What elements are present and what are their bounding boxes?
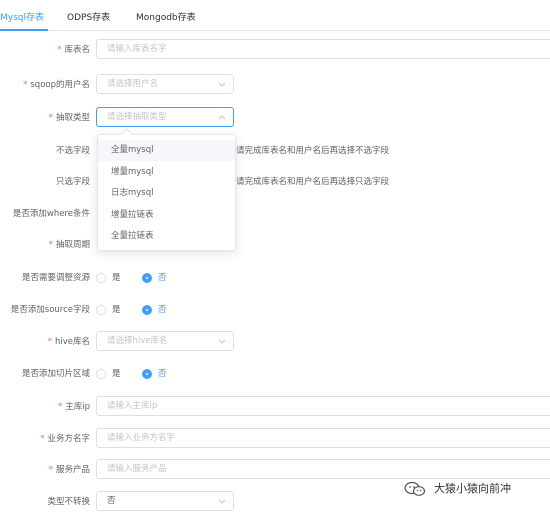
exclude-fields-hint: 请完成库表名和用户名后再选择不选字段	[236, 146, 390, 156]
type-no-convert-select[interactable]: 否	[96, 491, 234, 511]
wechat-icon	[404, 481, 426, 496]
extract-type-dropdown: 全量mysql 增量mysql 日志mysql 增量拉链表 全量拉链表	[97, 128, 236, 251]
chevron-down-icon	[218, 339, 226, 344]
row-table-name: * 库表名 请输入库表名字	[0, 38, 550, 62]
sqoop-user-select[interactable]: 请选择用户名	[96, 74, 234, 94]
only-fields-hint: 请完成库表名和用户名后再选择只选字段	[236, 177, 390, 187]
dropdown-option[interactable]: 全量拉链表	[98, 226, 235, 247]
business-name-input[interactable]: 请输入业务方名字	[96, 428, 550, 448]
radio-yes[interactable]	[96, 305, 106, 315]
chevron-down-icon	[218, 82, 226, 87]
dropdown-option[interactable]: 增量mysql	[98, 162, 235, 183]
radio-no[interactable]	[142, 305, 152, 315]
hive-db-label: * hive库名	[47, 337, 90, 347]
table-name-label: * 库表名	[57, 45, 90, 55]
hive-db-select[interactable]: 请选择hive库名	[96, 331, 234, 351]
watermark-text: 大猿小猿向前冲	[434, 482, 511, 495]
adjust-resource-label: 是否需要调整资源	[21, 273, 90, 283]
row-add-source-field: 是否添加source字段 是 否	[0, 298, 550, 322]
row-extract-period: * 抽取周期	[0, 233, 550, 257]
tab-mysql[interactable]: Mysql存表	[0, 10, 44, 23]
row-exclude-fields: 不选字段 请完成库表名和用户名后再选择不选字段	[0, 139, 550, 163]
exclude-fields-label: 不选字段	[55, 146, 90, 156]
extract-type-label: * 抽取类型	[48, 113, 90, 123]
radio-no[interactable]	[142, 369, 152, 379]
row-add-partition: 是否添加切片区域 是 否	[0, 362, 550, 386]
service-product-label: * 服务产品	[48, 465, 90, 475]
table-name-input[interactable]: 请输入库表名字	[96, 39, 550, 59]
extract-period-label: * 抽取周期	[48, 240, 90, 250]
radio-no[interactable]	[142, 273, 152, 283]
dropdown-option[interactable]: 日志mysql	[98, 183, 235, 204]
dropdown-option[interactable]: 全量mysql	[98, 140, 235, 161]
tab-odps[interactable]: ODPS存表	[67, 10, 110, 23]
business-name-label: * 业务方名字	[40, 434, 90, 444]
tab-mongodb[interactable]: Mongodb存表	[136, 10, 196, 23]
row-add-where: 是否添加where条件	[0, 202, 550, 226]
service-product-input[interactable]: 请输入服务产品	[96, 459, 550, 479]
row-adjust-resource: 是否需要调整资源 是 否	[0, 266, 550, 290]
row-hive-db: * hive库名 请选择hive库名	[0, 330, 550, 354]
chevron-up-icon	[218, 115, 226, 120]
chevron-down-icon	[218, 499, 226, 504]
row-sqoop-user: * sqoop的用户名 请选择用户名	[0, 73, 550, 97]
only-fields-label: 只选字段	[55, 177, 90, 187]
master-ip-label: * 主库ip	[57, 402, 90, 412]
add-source-field-label: 是否添加source字段	[10, 305, 90, 315]
tab-bar: Mysql存表 ODPS存表 Mongodb存表	[0, 0, 550, 31]
active-tab-indicator	[0, 29, 48, 31]
type-no-convert-label: 类型不转换	[47, 497, 90, 507]
radio-yes[interactable]	[96, 369, 106, 379]
add-where-label: 是否添加where条件	[12, 209, 90, 219]
row-business-name: * 业务方名字 请输入业务方名字	[0, 427, 550, 451]
required-marker: *	[57, 45, 62, 55]
sqoop-user-label: * sqoop的用户名	[23, 80, 90, 90]
row-master-ip: * 主库ip 请输入主库ip	[0, 395, 550, 419]
row-extract-type: * 抽取类型 请选择抽取类型	[0, 106, 550, 130]
add-partition-label: 是否添加切片区域	[21, 369, 90, 379]
extract-type-select[interactable]: 请选择抽取类型	[96, 107, 234, 127]
dropdown-option[interactable]: 增量拉链表	[98, 205, 235, 226]
master-ip-input[interactable]: 请输入主库ip	[96, 396, 550, 416]
dropdown-arrow	[120, 128, 133, 141]
row-only-fields: 只选字段 请完成库表名和用户名后再选择只选字段	[0, 170, 550, 194]
radio-yes[interactable]	[96, 273, 106, 283]
